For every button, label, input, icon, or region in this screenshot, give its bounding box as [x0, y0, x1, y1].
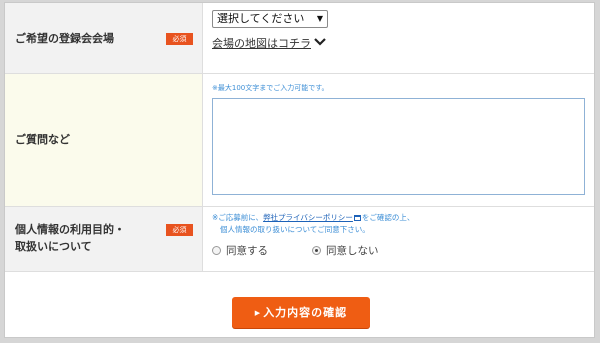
arrow-right-icon: ▶ [254, 309, 262, 317]
disagree-radio[interactable]: 同意しない [312, 245, 379, 257]
chevron-down-icon[interactable] [314, 37, 326, 47]
dropdown-arrow-icon: ▼ [316, 14, 323, 23]
agree-radio[interactable]: 同意する [212, 245, 268, 257]
question-hint: ※最大100文字までご入力可能です。 [212, 84, 329, 92]
venue-label-cell: ご希望の登録会会場 必須 [5, 3, 203, 73]
privacy-policy-link[interactable]: 弊社プライバシーポリシー [263, 213, 353, 222]
privacy-note-suffix: をご確認の上、 [361, 213, 415, 222]
required-badge: 必須 [166, 33, 193, 45]
privacy-note-prefix: ※ご応募前に、 [212, 213, 264, 222]
venue-map-link[interactable]: 会場の地図はコチラ [212, 37, 311, 51]
question-label-cell: ご質問など [5, 74, 203, 206]
venue-row: ご希望の登録会会場 必須 選択してください ▼ 会場の地図はコチラ [5, 3, 594, 74]
question-field-cell: ※最大100文字までご入力可能です。 [204, 74, 594, 206]
venue-select[interactable]: 選択してください ▼ [212, 10, 328, 28]
external-window-icon [353, 215, 361, 221]
privacy-field-cell: ※ご応募前に、弊社プライバシーポリシー をご確認の上、 個人情報の取り扱いについて… [204, 207, 594, 271]
venue-field-cell: 選択してください ▼ 会場の地図はコチラ [204, 3, 594, 73]
disagree-radio-label: 同意しない [326, 245, 379, 257]
privacy-note-line2: 個人情報の取り扱いについてご同意下さい。 [220, 225, 370, 234]
privacy-row: 個人情報の利用目的・ 取扱いについて 必須 ※ご応募前に、弊社プライバシーポリシ… [5, 207, 594, 271]
question-label: ご質問など [15, 133, 70, 146]
form-footer: ▶ 入力内容の確認 [5, 271, 594, 337]
venue-label: ご希望の登録会会場 [15, 32, 114, 45]
question-row: ご質問など ※最大100文字までご入力可能です。 [5, 74, 594, 207]
privacy-label-cell: 個人情報の利用目的・ 取扱いについて 必須 [5, 207, 203, 271]
form-frame: ご希望の登録会会場 必須 選択してください ▼ 会場の地図はコチラ ご質問など … [4, 2, 595, 338]
privacy-label-line1: 個人情報の利用目的・ [15, 223, 125, 236]
privacy-label-line2: 取扱いについて [15, 240, 92, 253]
confirm-button[interactable]: ▶ 入力内容の確認 [232, 297, 370, 328]
radio-icon[interactable] [212, 246, 221, 255]
confirm-button-label: 入力内容の確認 [263, 306, 348, 319]
agree-radio-label: 同意する [226, 245, 268, 257]
question-textarea[interactable] [212, 98, 585, 195]
venue-select-value: 選択してください [217, 12, 305, 25]
radio-checked-icon[interactable] [312, 246, 321, 255]
required-badge: 必須 [166, 224, 193, 236]
privacy-note: ※ご応募前に、弊社プライバシーポリシー をご確認の上、 個人情報の取り扱いについて… [212, 212, 572, 236]
